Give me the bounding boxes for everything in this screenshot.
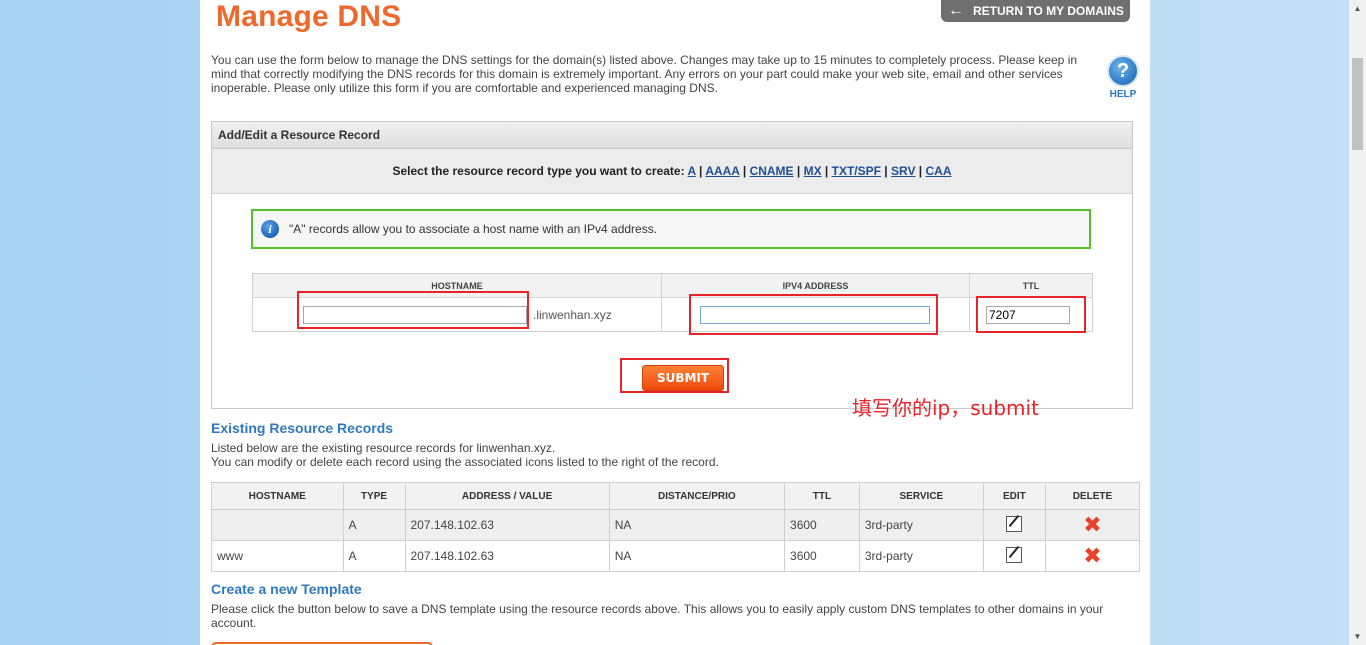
- edit-icon[interactable]: [1006, 515, 1023, 532]
- info-icon: i: [261, 220, 279, 238]
- table-row: www A 207.148.102.63 NA 3600 3rd-party ✖: [211, 540, 1141, 572]
- th-type: TYPE: [342, 482, 406, 510]
- record-type-srv-link[interactable]: SRV: [891, 164, 915, 178]
- cell-edit: [982, 509, 1046, 541]
- cell-ttl: 3600: [784, 540, 860, 572]
- th-service: SERVICE: [858, 482, 984, 510]
- cell-service: 3rd-party: [858, 509, 984, 541]
- existing-records-line2: You can modify or delete each record usi…: [211, 455, 719, 469]
- scroll-up-icon[interactable]: ▲: [1349, 0, 1366, 17]
- existing-records-title: Existing Resource Records: [211, 420, 394, 436]
- question-icon: ?: [1107, 55, 1139, 87]
- edit-icon[interactable]: [1006, 546, 1023, 563]
- delete-icon[interactable]: ✖: [1083, 512, 1101, 537]
- cell-prio: NA: [608, 540, 786, 572]
- table-header-row: HOSTNAME TYPE ADDRESS / VALUE DISTANCE/P…: [211, 482, 1141, 510]
- cell-hostname: [211, 509, 344, 541]
- info-text: "A" records allow you to associate a hos…: [289, 222, 658, 236]
- scroll-down-icon[interactable]: ▼: [1349, 628, 1366, 645]
- cell-hostname: www: [211, 540, 344, 572]
- cell-prio: NA: [608, 509, 786, 541]
- page-content: Manage DNS ← RETURN TO MY DOMAINS You ca…: [200, 0, 1150, 645]
- cell-delete: ✖: [1044, 509, 1141, 541]
- record-type-mx-link[interactable]: MX: [804, 164, 822, 178]
- th-address: ADDRESS / VALUE: [404, 482, 610, 510]
- record-type-a-link[interactable]: A: [687, 164, 695, 178]
- page-title: Manage DNS: [216, 0, 402, 33]
- return-to-domains-button[interactable]: ← RETURN TO MY DOMAINS: [941, 0, 1130, 22]
- arrow-left-icon: ←: [948, 2, 964, 19]
- existing-records-line1: Listed below are the existing resource r…: [211, 441, 556, 455]
- template-title: Create a new Template: [211, 581, 362, 597]
- record-type-caa-link[interactable]: CAA: [926, 164, 952, 178]
- panel-header: Add/Edit a Resource Record: [212, 122, 1132, 149]
- record-type-aaaa-link[interactable]: AAAA: [705, 164, 739, 178]
- help-button[interactable]: ? HELP: [1106, 55, 1140, 100]
- intro-text: You can use the form below to manage the…: [211, 53, 1078, 95]
- select-prompt: Select the resource record type you want…: [392, 164, 685, 178]
- ttl-highlight-box: [976, 296, 1086, 333]
- record-type-txt-spf-link[interactable]: TXT/SPF: [832, 164, 881, 178]
- table-row: A 207.148.102.63 NA 3600 3rd-party ✖: [211, 509, 1141, 541]
- th-delete: DELETE: [1044, 482, 1141, 510]
- info-message: i "A" records allow you to associate a h…: [251, 209, 1091, 249]
- cell-type: A: [342, 540, 406, 572]
- cell-address: 207.148.102.63: [404, 509, 610, 541]
- annotation-text: 填写你的ip，submit: [852, 396, 1039, 420]
- scrollbar-thumb[interactable]: [1352, 58, 1363, 150]
- record-type-selector: Select the resource record type you want…: [212, 149, 1132, 194]
- th-prio: DISTANCE/PRIO: [608, 482, 786, 510]
- cell-service: 3rd-party: [858, 540, 984, 572]
- record-type-cname-link[interactable]: CNAME: [750, 164, 794, 178]
- cell-type: A: [342, 509, 406, 541]
- vertical-scrollbar[interactable]: ▲ ▼: [1349, 0, 1366, 645]
- ipv4-highlight-box: [689, 294, 938, 335]
- return-label: RETURN TO MY DOMAINS: [973, 4, 1124, 18]
- cell-delete: ✖: [1044, 540, 1141, 572]
- th-hostname: HOSTNAME: [211, 482, 344, 510]
- hostname-highlight-box: [297, 291, 529, 329]
- template-text: Please click the button below to save a …: [211, 602, 1104, 630]
- th-ttl: TTL: [784, 482, 860, 510]
- submit-highlight-box: [620, 358, 729, 393]
- domain-suffix: .linwenhan.xyz: [533, 307, 612, 322]
- cell-ttl: 3600: [784, 509, 860, 541]
- delete-icon[interactable]: ✖: [1083, 543, 1101, 568]
- col-ttl: TTL: [1022, 280, 1040, 291]
- cell-edit: [982, 540, 1046, 572]
- existing-records-table: HOSTNAME TYPE ADDRESS / VALUE DISTANCE/P…: [211, 482, 1141, 572]
- help-label: HELP: [1109, 89, 1137, 100]
- cell-address: 207.148.102.63: [404, 540, 610, 572]
- th-edit: EDIT: [982, 482, 1046, 510]
